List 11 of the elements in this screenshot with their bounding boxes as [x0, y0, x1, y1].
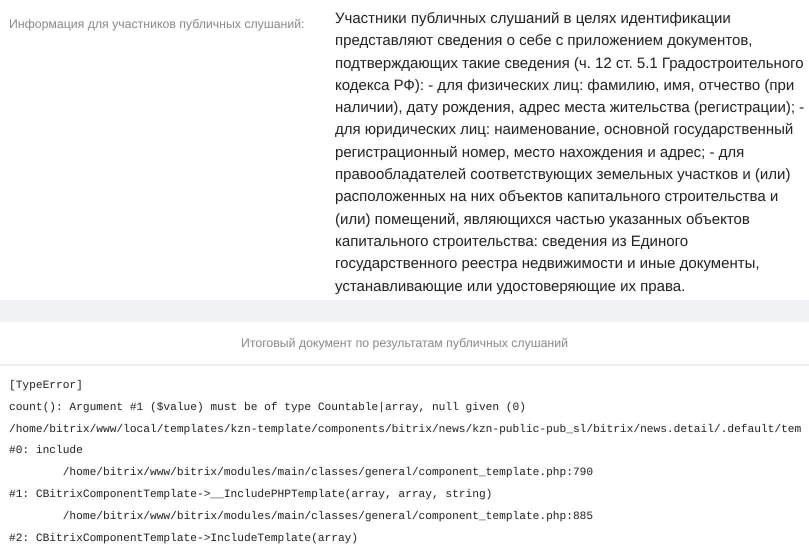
error-line: /home/bitrix/www/bitrix/modules/main/classes/general/component_template.php:790 — [62, 466, 594, 482]
error-line: #2: CBitrixComponentTemplate->IncludeTemplate(array) — [9, 532, 358, 547]
error-line: [TypeError] — [9, 378, 83, 394]
error-line: #0: include — [9, 444, 83, 460]
error-line: #1: CBitrixComponentTemplate->__IncludePHPTemplate(array, array, string) — [9, 488, 492, 503]
section-title: Итоговый документ по результатам публичных слушаний — [0, 322, 809, 366]
field-label: Информация для участников публичных слушаний: — [9, 16, 306, 33]
error-line: /home/bitrix/www/bitrix/modules/main/classes/general/component_template.php:885 — [62, 510, 594, 525]
error-line: count(): Argument #1 ($value) must be of type Countable|array, null given (0) — [9, 400, 526, 416]
error-line: /home/bitrix/www/local/templates/kzn-template/components/bitrix/news/kzn-public-pub_sl/bitrix/news.detail/.default/tem — [9, 422, 802, 438]
info-paragraph: Участники публичных слушаний в целях идентификации представляют сведения о себе с приложением документов, подтверждающих такие сведения (ч. 12 ст. 5.1 Градостроительного кодекса РФ): - для физических лиц: фамилию, имя, отчество (при наличии), дату рождения, адрес места жительства (регистрации); - для юридических лиц: наименование, основной государственный регистрационный номер, место нахождения и адрес; - для правообладателей соответствующих земельных участков и (или) расположенных на них объектов капитального строительства и (или) помещений, являющихся частью указанных объектов капитального строительства: сведения из Единого государственного реестра недвижимости и иные документы, устанавливающие или удостоверяющие их права. — [335, 9, 806, 297]
